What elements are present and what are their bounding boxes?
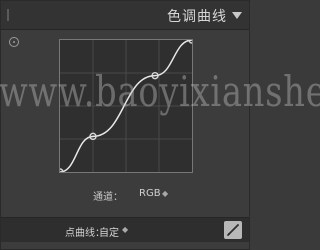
channel-label: 通道： bbox=[93, 192, 123, 203]
curve-svg bbox=[60, 40, 192, 172]
curve-edit-icon bbox=[227, 224, 239, 236]
panel-title: 色调曲线 bbox=[167, 9, 227, 25]
panel-header[interactable]: 色调曲线 bbox=[1, 1, 249, 30]
tone-curve-panel: 色调曲线 www.baoyixianshe1.com 通道： RGB ◆ 点曲线… bbox=[0, 0, 320, 250]
target-adjust-icon[interactable] bbox=[9, 37, 19, 47]
channel-select[interactable]: RGB bbox=[139, 188, 161, 199]
chevron-down-icon[interactable] bbox=[232, 12, 242, 19]
channel-stepper-icon[interactable]: ◆ bbox=[162, 189, 168, 198]
point-curve-stepper-icon[interactable]: ◆ bbox=[122, 225, 128, 234]
curve-graph[interactable] bbox=[59, 39, 193, 173]
point-curve-bar: 点曲线： 自定 ◆ bbox=[1, 217, 249, 242]
channel-row: 通道： RGB ◆ bbox=[1, 188, 249, 204]
header-grip bbox=[7, 9, 9, 21]
point-curve-select[interactable]: 自定 bbox=[99, 224, 119, 239]
curve-edit-button[interactable] bbox=[224, 221, 242, 239]
